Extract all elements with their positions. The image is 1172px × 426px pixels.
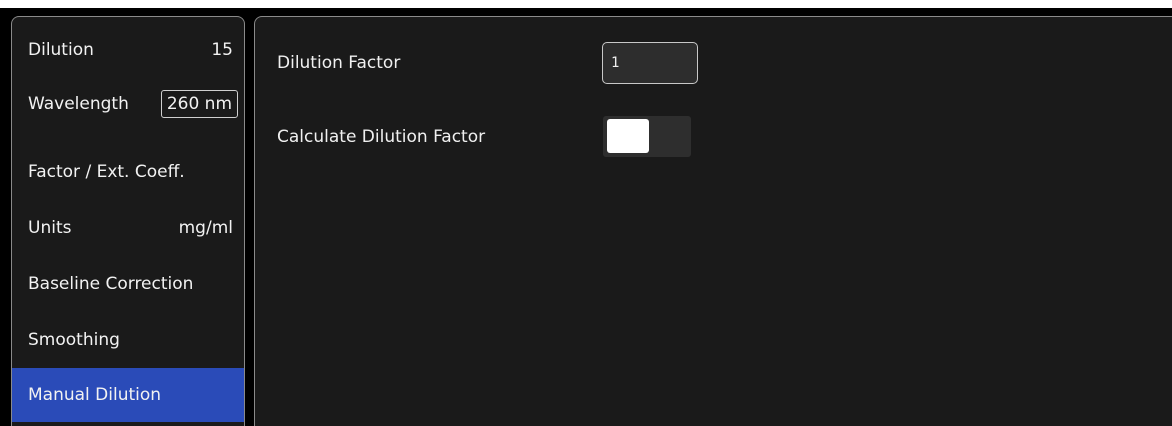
dilution-factor-label: Dilution Factor [277,53,401,73]
sidebar-item-manual-dilution[interactable]: Manual Dilution [12,368,244,422]
sidebar-item-label: Units [28,218,72,238]
sidebar-item-smoothing[interactable]: Smoothing [12,313,244,367]
calculate-dilution-factor-label: Calculate Dilution Factor [277,127,486,147]
manual-dilution-panel: Dilution Factor Calculate Dilution Facto… [254,16,1172,426]
calculate-dilution-factor-toggle[interactable] [603,116,691,157]
sidebar-item-value: mg/ml [178,218,233,238]
wavelength-value-box[interactable]: 260 nm [160,90,238,118]
dilution-factor-input[interactable] [602,42,698,84]
sidebar-item-label: Factor / Ext. Coeff. [28,162,185,182]
sidebar-item-wavelength[interactable]: Wavelength 260 nm [12,77,244,131]
sidebar-item-dilution[interactable]: Dilution 15 [12,23,244,77]
sidebar-item-value: 15 [211,40,233,60]
sidebar-item-factor-ext-coeff[interactable]: Factor / Ext. Coeff. [12,145,244,199]
sidebar-item-label: Baseline Correction [28,274,194,294]
sidebar-item-label: Smoothing [28,330,120,350]
sidebar-item-baseline-correction[interactable]: Baseline Correction [12,257,244,311]
sidebar-item-units[interactable]: Units mg/ml [12,201,244,255]
toggle-knob[interactable] [607,119,649,153]
sidebar-item-label: Manual Dilution [28,385,162,405]
sidebar-item-label: Wavelength [28,94,129,114]
sidebar: Dilution 15 Wavelength 260 nm Factor / E… [11,16,245,426]
sidebar-item-label: Dilution [28,40,94,60]
